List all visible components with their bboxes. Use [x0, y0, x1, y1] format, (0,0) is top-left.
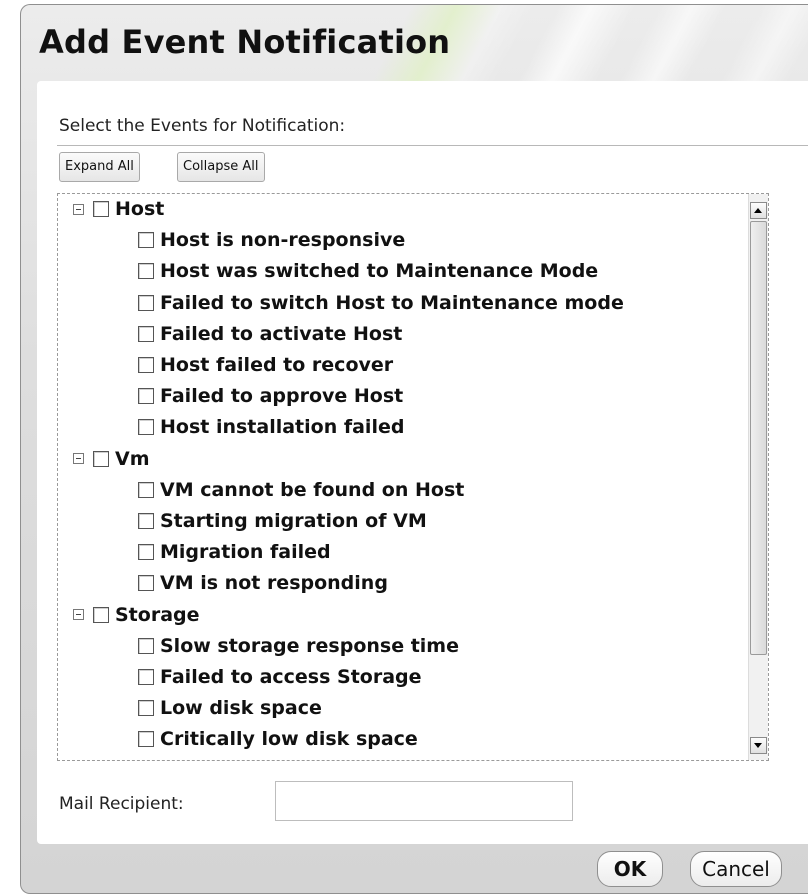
group-label: Storage	[115, 603, 200, 626]
group-checkbox[interactable]	[93, 606, 109, 623]
tree-item[interactable]: VM is not responding	[138, 568, 388, 598]
group-checkbox[interactable]	[93, 450, 109, 467]
tree-item[interactable]: Failed to approve Host	[138, 381, 403, 411]
tree-item[interactable]: VM cannot be found on Host	[138, 475, 464, 505]
event-label: Host installation failed	[160, 416, 405, 439]
tree-item[interactable]: Host is non-responsive	[138, 225, 405, 255]
scrollbar-thumb[interactable]	[750, 221, 767, 655]
dialog-content-panel: Select the Events for Notification: Expa…	[37, 81, 808, 844]
tree-item[interactable]: Failed to access Storage	[138, 662, 422, 692]
event-checkbox[interactable]	[138, 325, 154, 342]
event-label: Failed to approve Host	[160, 385, 404, 408]
events-section-label: Select the Events for Notification:	[59, 116, 346, 136]
event-checkbox[interactable]	[138, 294, 154, 311]
dialog-title: Add Event Notification	[39, 23, 451, 61]
group-checkbox[interactable]	[93, 201, 109, 217]
event-checkbox[interactable]	[138, 544, 154, 561]
collapse-all-button[interactable]: Collapse All	[177, 152, 265, 182]
event-checkbox[interactable]	[138, 263, 154, 280]
event-label: Critically low disk space	[160, 728, 418, 751]
scroll-down-button[interactable]	[750, 737, 767, 754]
tree-scrollbar[interactable]	[748, 194, 768, 760]
tree-item[interactable]: Failed to activate Host	[138, 319, 402, 349]
event-label: Host is non-responsive	[160, 229, 406, 252]
event-checkbox[interactable]	[138, 575, 154, 592]
event-checkbox[interactable]	[138, 731, 154, 748]
collapse-toggle-icon[interactable]	[73, 609, 84, 621]
event-checkbox[interactable]	[138, 700, 154, 717]
event-checkbox[interactable]	[138, 481, 154, 498]
expand-all-button[interactable]: Expand All	[59, 152, 140, 182]
mail-recipient-input[interactable]	[275, 781, 573, 821]
event-checkbox[interactable]	[138, 388, 154, 405]
event-label: Slow storage response time	[160, 634, 459, 657]
event-label: Failed to activate Host	[160, 322, 403, 345]
event-checkbox[interactable]	[138, 232, 154, 249]
tree-item[interactable]: Critically low disk space	[138, 724, 418, 754]
event-label: Migration failed	[160, 541, 331, 564]
tree-item[interactable]: Migration failed	[138, 537, 331, 567]
section-divider	[57, 145, 808, 146]
cancel-button[interactable]: Cancel	[690, 851, 782, 887]
tree-item[interactable]: Slow storage response time	[138, 631, 459, 661]
tree-item[interactable]: Host was switched to Maintenance Mode	[138, 256, 598, 286]
event-label: Low disk space	[160, 697, 322, 720]
arrow-up-icon	[754, 208, 762, 213]
arrow-down-icon	[754, 743, 762, 748]
tree-item[interactable]: Starting migration of VM	[138, 506, 427, 536]
add-event-notification-dialog: Add Event Notification Select the Events…	[20, 4, 808, 894]
event-label: Starting migration of VM	[160, 510, 427, 532]
collapse-toggle-icon[interactable]	[73, 203, 84, 215]
event-label: VM is not responding	[160, 572, 388, 595]
scroll-up-button[interactable]	[750, 202, 767, 219]
collapse-toggle-icon[interactable]	[73, 453, 84, 465]
tree-group-vm[interactable]: Vm	[73, 444, 150, 474]
event-checkbox[interactable]	[138, 669, 154, 685]
tree-item[interactable]: Failed to switch Host to Maintenance mod…	[138, 288, 624, 318]
event-label: Failed to switch Host to Maintenance mod…	[160, 291, 624, 314]
event-checkbox[interactable]	[138, 513, 154, 529]
group-label: Host	[115, 198, 165, 220]
group-label: Vm	[115, 447, 150, 470]
ok-button[interactable]: OK	[597, 851, 663, 887]
mail-recipient-label: Mail Recipient:	[59, 794, 184, 814]
tree-item[interactable]: Host failed to recover	[138, 350, 393, 380]
tree-item[interactable]: Low disk space	[138, 693, 322, 723]
event-checkbox[interactable]	[138, 357, 154, 373]
tree-group-storage[interactable]: Storage	[73, 600, 200, 630]
tree-item[interactable]: Host installation failed	[138, 412, 404, 442]
tree-group-host[interactable]: Host	[73, 194, 164, 224]
event-label: Host failed to recover	[160, 354, 394, 376]
events-tree[interactable]: Host Host is non-responsive Host was switc…	[57, 193, 769, 761]
event-label: Failed to access Storage	[160, 666, 422, 688]
event-checkbox[interactable]	[138, 419, 154, 436]
event-label: Host was switched to Maintenance Mode	[160, 260, 599, 283]
event-checkbox[interactable]	[138, 637, 154, 654]
event-label: VM cannot be found on Host	[160, 478, 465, 501]
